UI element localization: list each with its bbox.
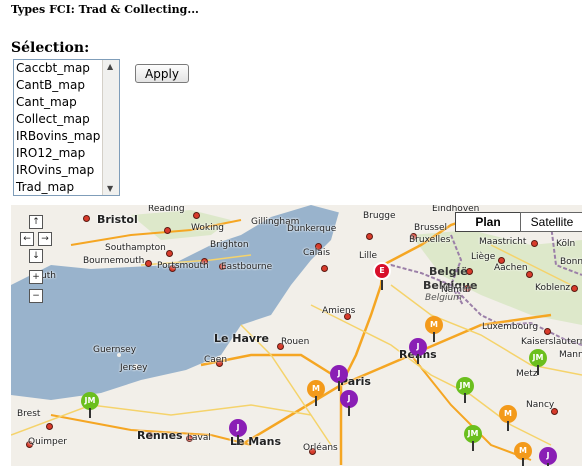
city-dot	[145, 260, 152, 267]
city-label: Reading	[148, 205, 185, 214]
country-label: België	[429, 265, 468, 278]
city-dot	[366, 233, 373, 240]
map-view[interactable]: Reading Bristol Woking Gillingham Southa…	[11, 205, 582, 466]
city-dot	[321, 265, 328, 272]
city-label: Köln	[556, 239, 576, 249]
zoom-in-button[interactable]: +	[29, 270, 43, 284]
city-label: Brest	[17, 409, 41, 419]
pan-right-button[interactable]: →	[38, 232, 52, 246]
map-pin-jm[interactable]: JM	[464, 425, 482, 451]
map-pin-jm[interactable]: JM	[529, 349, 547, 375]
map-pin-m[interactable]: M	[514, 442, 532, 466]
map-pin-jm[interactable]: JM	[456, 377, 474, 403]
city-label: Aachen	[494, 263, 528, 273]
city-label: Nancy	[526, 400, 555, 410]
page-title: Types FCI: Trad & Collecting...	[11, 3, 199, 16]
city-label: Kaiserslautern	[521, 337, 582, 347]
city-label: Luxembourg	[482, 322, 539, 332]
city-dot	[164, 227, 171, 234]
city-label: Bristol	[97, 213, 138, 226]
map-type-satellite-button[interactable]: Satellite	[520, 212, 582, 232]
city-label: Laval	[187, 433, 211, 443]
map-pin-j[interactable]: J	[330, 365, 348, 391]
city-label: Brussel	[414, 223, 447, 233]
city-label: Orléans	[303, 443, 338, 453]
city-dot	[531, 240, 538, 247]
city-label: Mannh	[559, 350, 582, 360]
city-label: Calais	[303, 248, 331, 258]
city-dot	[193, 212, 200, 219]
city-label: Woking	[191, 223, 225, 233]
map-pin-j[interactable]: J	[409, 338, 427, 364]
city-label: Jersey	[120, 363, 148, 373]
city-label: Portsmouth	[157, 261, 209, 271]
map-type-listbox[interactable]: Caccbt_map CantB_map Cant_map Collect_ma…	[13, 59, 120, 196]
apply-button[interactable]: Apply	[135, 64, 189, 83]
city-label: Liège	[471, 252, 496, 262]
city-label: Le Havre	[214, 332, 269, 345]
map-pin-jm[interactable]: JM	[81, 392, 99, 418]
scroll-up-icon[interactable]: ▲	[107, 62, 113, 71]
map-pin-j[interactable]: J	[229, 419, 247, 445]
city-dot	[571, 285, 578, 292]
map-pin-m[interactable]: M	[499, 405, 517, 431]
selection-label: Sélection:	[11, 40, 90, 56]
city-label: Lille	[359, 251, 378, 261]
city-label: Quimper	[28, 437, 68, 447]
city-label: Rennes	[137, 429, 183, 442]
pan-down-button[interactable]: ↓	[29, 249, 43, 263]
listbox-scrollbar[interactable]: ▲ ▼	[102, 60, 119, 195]
city-label: Namur	[441, 285, 472, 295]
map-pin-m[interactable]: M	[425, 316, 443, 342]
city-label: Eastbourne	[221, 262, 273, 272]
city-dot	[166, 250, 173, 257]
city-dot	[83, 215, 90, 222]
map-type-plan-button[interactable]: Plan	[455, 212, 521, 232]
city-label: Bournemouth	[83, 256, 145, 266]
city-label: Rouen	[281, 337, 310, 347]
city-label: Bruxelles	[409, 235, 451, 245]
map-pin-e[interactable]: E	[373, 262, 391, 290]
map-pin-j[interactable]: J	[539, 447, 557, 466]
city-label: Brugge	[363, 211, 396, 221]
city-label: uth	[41, 271, 56, 281]
city-dot	[544, 328, 551, 335]
city-label: Dunkerque	[287, 224, 337, 234]
city-label: Maastricht	[479, 237, 527, 247]
city-label: Southampton	[105, 243, 166, 253]
city-label: Guernsey	[93, 345, 137, 355]
city-label: Bonn	[560, 257, 582, 267]
zoom-out-button[interactable]: −	[29, 289, 43, 303]
city-label: Koblenz	[535, 283, 571, 293]
pan-left-button[interactable]: ←	[20, 232, 34, 246]
city-dot	[46, 423, 53, 430]
pan-up-button[interactable]: ↑	[29, 215, 43, 229]
city-label: Amiens	[322, 306, 356, 316]
city-label: Caen	[204, 355, 228, 365]
scroll-down-icon[interactable]: ▼	[107, 184, 113, 193]
city-label: Brighton	[210, 240, 249, 250]
map-pin-j[interactable]: J	[340, 390, 358, 416]
map-pin-m[interactable]: M	[307, 380, 325, 406]
